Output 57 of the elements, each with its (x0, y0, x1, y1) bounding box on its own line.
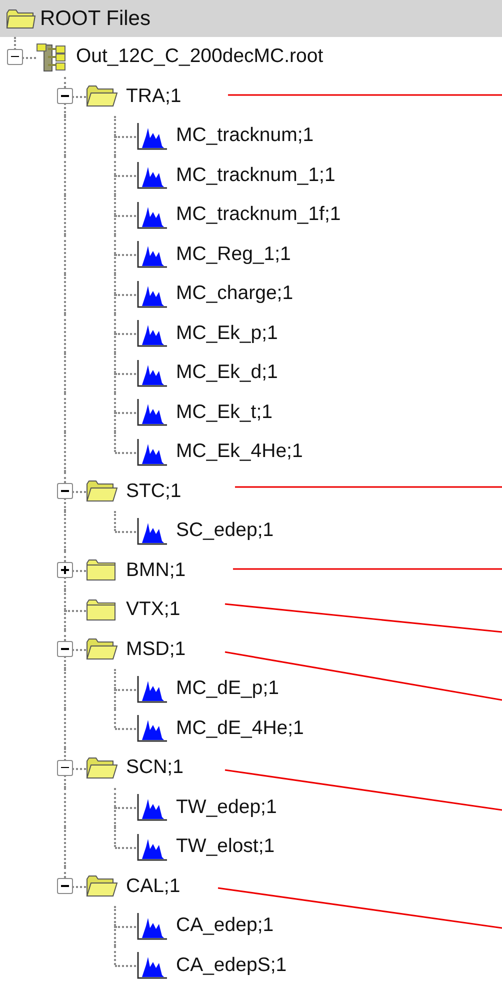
open-folder-icon (86, 756, 118, 780)
expander-toggle[interactable] (57, 641, 73, 658)
expander-toggle[interactable] (57, 88, 73, 104)
tree-item-label[interactable]: MC_Ek_d;1 (176, 361, 278, 384)
open-folder-icon (86, 874, 118, 898)
expander-toggle[interactable] (57, 878, 73, 894)
tree-item-label[interactable]: MC_dE_4He;1 (176, 716, 304, 740)
tree-item-label[interactable]: MC_Ek_4He;1 (176, 440, 303, 464)
tree-item-label[interactable]: MC_Reg_1;1 (176, 242, 291, 266)
histogram-icon (136, 319, 168, 348)
histogram-icon (136, 438, 168, 466)
tree-item-label[interactable]: VTX;1 (126, 598, 180, 622)
tree-item-label[interactable]: CA_edep;1 (176, 914, 274, 938)
open-folder-icon (86, 637, 118, 662)
histogram-icon (136, 793, 168, 822)
expander-toggle[interactable] (57, 562, 73, 578)
folder-icon (86, 598, 118, 622)
tree-item-label[interactable]: MC_tracknum_1f;1 (176, 203, 341, 226)
tree-item-label[interactable]: MC_dE_p;1 (176, 677, 279, 700)
tree-item-label[interactable]: BMN;1 (126, 558, 186, 582)
tree-item-label[interactable]: STC;1 (126, 480, 182, 503)
open-folder-icon (86, 84, 118, 108)
tree-item-label[interactable]: TW_elost;1 (176, 835, 275, 858)
tree-item-label[interactable]: SCN;1 (126, 756, 184, 780)
tree-item-label[interactable]: MSD;1 (126, 638, 186, 661)
tree-item-label[interactable]: MC_Ek_p;1 (176, 322, 278, 345)
tree-item-label[interactable]: TW_edep;1 (176, 796, 277, 819)
histogram-icon (136, 674, 168, 703)
histogram-icon (136, 161, 168, 190)
histogram-icon (136, 516, 168, 545)
histogram-icon (136, 240, 168, 268)
histogram-icon (136, 912, 168, 940)
tree-item-label[interactable]: MC_tracknum;1 (176, 124, 314, 148)
tree-item-label[interactable]: MC_tracknum_1;1 (176, 164, 336, 187)
tree-item-label[interactable]: SC_edep;1 (176, 519, 274, 542)
expander-toggle[interactable] (57, 483, 73, 500)
histogram-icon (136, 398, 168, 426)
histogram-icon (136, 200, 168, 229)
histogram-icon (136, 122, 168, 150)
expander-toggle[interactable] (7, 48, 23, 65)
tree-item-label[interactable]: CA_edepS;1 (176, 954, 287, 977)
histogram-icon (136, 951, 168, 980)
tree-item-label[interactable]: TRA;1 (126, 84, 182, 108)
tree-item-label[interactable]: MC_charge;1 (176, 282, 294, 306)
histogram-icon (136, 832, 168, 861)
tree-item-label[interactable]: CAL;1 (126, 874, 180, 898)
panel-title: ROOT Files (40, 6, 150, 30)
open-folder-icon (86, 479, 118, 504)
tree-item-label[interactable]: Out_12C_C_200decMC.root (76, 45, 324, 68)
histogram-icon (136, 714, 168, 742)
folder-icon (86, 558, 118, 582)
folder-icon (6, 8, 36, 30)
tree-item-label[interactable]: MC_Ek_t;1 (176, 400, 272, 424)
tree-structure-icon (36, 40, 68, 73)
expander-toggle[interactable] (57, 760, 73, 776)
histogram-icon (136, 358, 168, 387)
histogram-icon (136, 280, 168, 308)
